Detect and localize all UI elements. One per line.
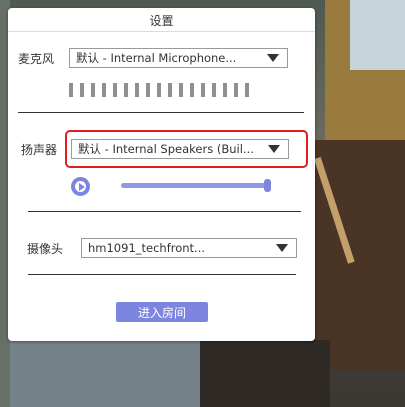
chevron-down-icon (276, 244, 288, 252)
section-divider (28, 211, 301, 212)
chevron-down-icon (267, 54, 279, 62)
speaker-select-value: 默认 - Internal Speakers (Buil... (78, 142, 254, 156)
camera-label: 摄像头 (27, 242, 64, 256)
speaker-volume-handle[interactable] (264, 179, 271, 192)
meter-bar (223, 83, 227, 97)
meter-bar (201, 83, 205, 97)
meter-bar (212, 83, 216, 97)
microphone-select[interactable]: 默认 - Internal Microphone... (69, 48, 288, 68)
meter-bar (245, 83, 249, 97)
settings-dialog: 设置 麦克风 默认 - Internal Microphone... 扬声器 默… (8, 8, 315, 341)
meter-bar (190, 83, 194, 97)
enter-room-button[interactable]: 进入房间 (116, 302, 208, 322)
camera-select[interactable]: hm1091_techfront... (81, 238, 297, 258)
meter-bar (135, 83, 139, 97)
speaker-select[interactable]: 默认 - Internal Speakers (Buil... (71, 139, 289, 159)
play-test-sound-icon[interactable] (71, 177, 90, 196)
meter-bar (124, 83, 128, 97)
meter-bar (234, 83, 238, 97)
meter-bar (168, 83, 172, 97)
meter-bar (157, 83, 161, 97)
camera-select-value: hm1091_techfront... (88, 241, 206, 255)
microphone-select-value: 默认 - Internal Microphone... (76, 51, 237, 65)
meter-bar (69, 83, 73, 97)
microphone-level-meter (69, 83, 249, 97)
meter-bar (80, 83, 84, 97)
meter-bar (102, 83, 106, 97)
title-divider (8, 31, 315, 32)
section-divider (18, 112, 304, 113)
meter-bar (179, 83, 183, 97)
meter-bar (91, 83, 95, 97)
meter-bar (113, 83, 117, 97)
section-divider (28, 274, 296, 275)
speaker-volume-slider[interactable] (121, 183, 271, 188)
speaker-label: 扬声器 (21, 143, 58, 157)
microphone-label: 麦克风 (18, 52, 55, 66)
dialog-title: 设置 (149, 14, 174, 28)
chevron-down-icon (268, 145, 280, 153)
meter-bar (146, 83, 150, 97)
